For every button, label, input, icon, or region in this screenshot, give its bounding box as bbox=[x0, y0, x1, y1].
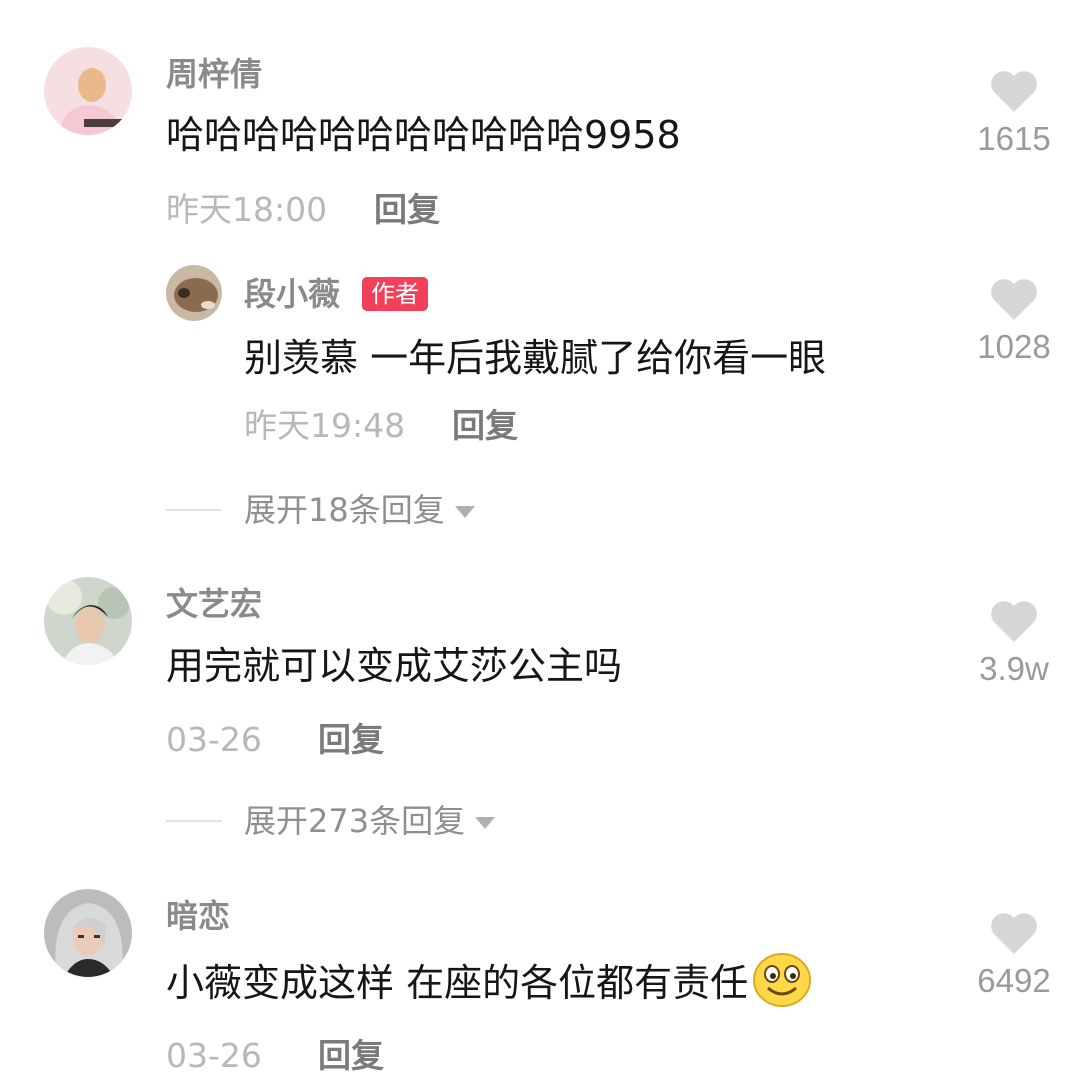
like-button[interactable]: 1028 bbox=[964, 276, 1064, 366]
chevron-down-icon bbox=[454, 506, 475, 518]
like-count: 6492 bbox=[977, 962, 1051, 999]
username[interactable]: 段小薇 bbox=[244, 274, 340, 314]
username[interactable]: 文艺宏 bbox=[166, 584, 262, 624]
timestamp: 昨天18:00 bbox=[166, 190, 328, 229]
reply-button[interactable]: 回复 bbox=[318, 720, 384, 760]
like-count: 3.9w bbox=[979, 650, 1049, 687]
timestamp: 昨天19:48 bbox=[244, 406, 406, 445]
username[interactable]: 暗恋 bbox=[166, 896, 230, 936]
like-count: 1615 bbox=[977, 120, 1051, 157]
like-count: 1028 bbox=[977, 328, 1051, 365]
avatar[interactable] bbox=[44, 577, 132, 665]
heart-icon bbox=[991, 279, 1037, 320]
reply-button[interactable]: 回复 bbox=[318, 1036, 384, 1076]
heart-icon bbox=[991, 913, 1037, 954]
username[interactable]: 周梓倩 bbox=[166, 54, 262, 94]
avatar[interactable] bbox=[44, 47, 132, 135]
comment-text: 用完就可以变成艾莎公主吗 bbox=[166, 644, 623, 688]
expand-replies-button[interactable]: 展开18条回复 bbox=[244, 490, 475, 530]
like-button[interactable]: 6492 bbox=[964, 910, 1064, 1000]
reply-button[interactable]: 回复 bbox=[374, 190, 440, 230]
reply-button[interactable]: 回复 bbox=[452, 406, 518, 446]
author-badge: 作者 bbox=[362, 277, 428, 311]
divider bbox=[166, 509, 222, 511]
comment-text: 别羡慕 一年后我戴腻了给你看一眼 bbox=[244, 336, 827, 380]
smiley-emoji-icon bbox=[752, 952, 812, 1019]
like-button[interactable]: 3.9w bbox=[964, 598, 1064, 688]
comment-text: 哈哈哈哈哈哈哈哈哈哈哈9958 bbox=[166, 113, 681, 157]
expand-replies-button[interactable]: 展开273条回复 bbox=[244, 801, 496, 841]
timestamp: 03-26 bbox=[166, 1036, 262, 1075]
heart-icon bbox=[991, 601, 1037, 642]
expand-label: 展开18条回复 bbox=[244, 491, 445, 529]
comment-text-content: 小薇变成这样 在座的各位都有责任 bbox=[166, 961, 749, 1005]
chevron-down-icon bbox=[475, 817, 496, 829]
avatar[interactable] bbox=[166, 265, 222, 321]
like-button[interactable]: 1615 bbox=[964, 68, 1064, 158]
heart-icon bbox=[991, 71, 1037, 112]
divider bbox=[166, 820, 222, 822]
timestamp: 03-26 bbox=[166, 720, 262, 759]
comment-text: 小薇变成这样 在座的各位都有责任 bbox=[166, 952, 812, 1019]
expand-label: 展开273条回复 bbox=[244, 802, 466, 840]
avatar[interactable] bbox=[44, 889, 132, 977]
